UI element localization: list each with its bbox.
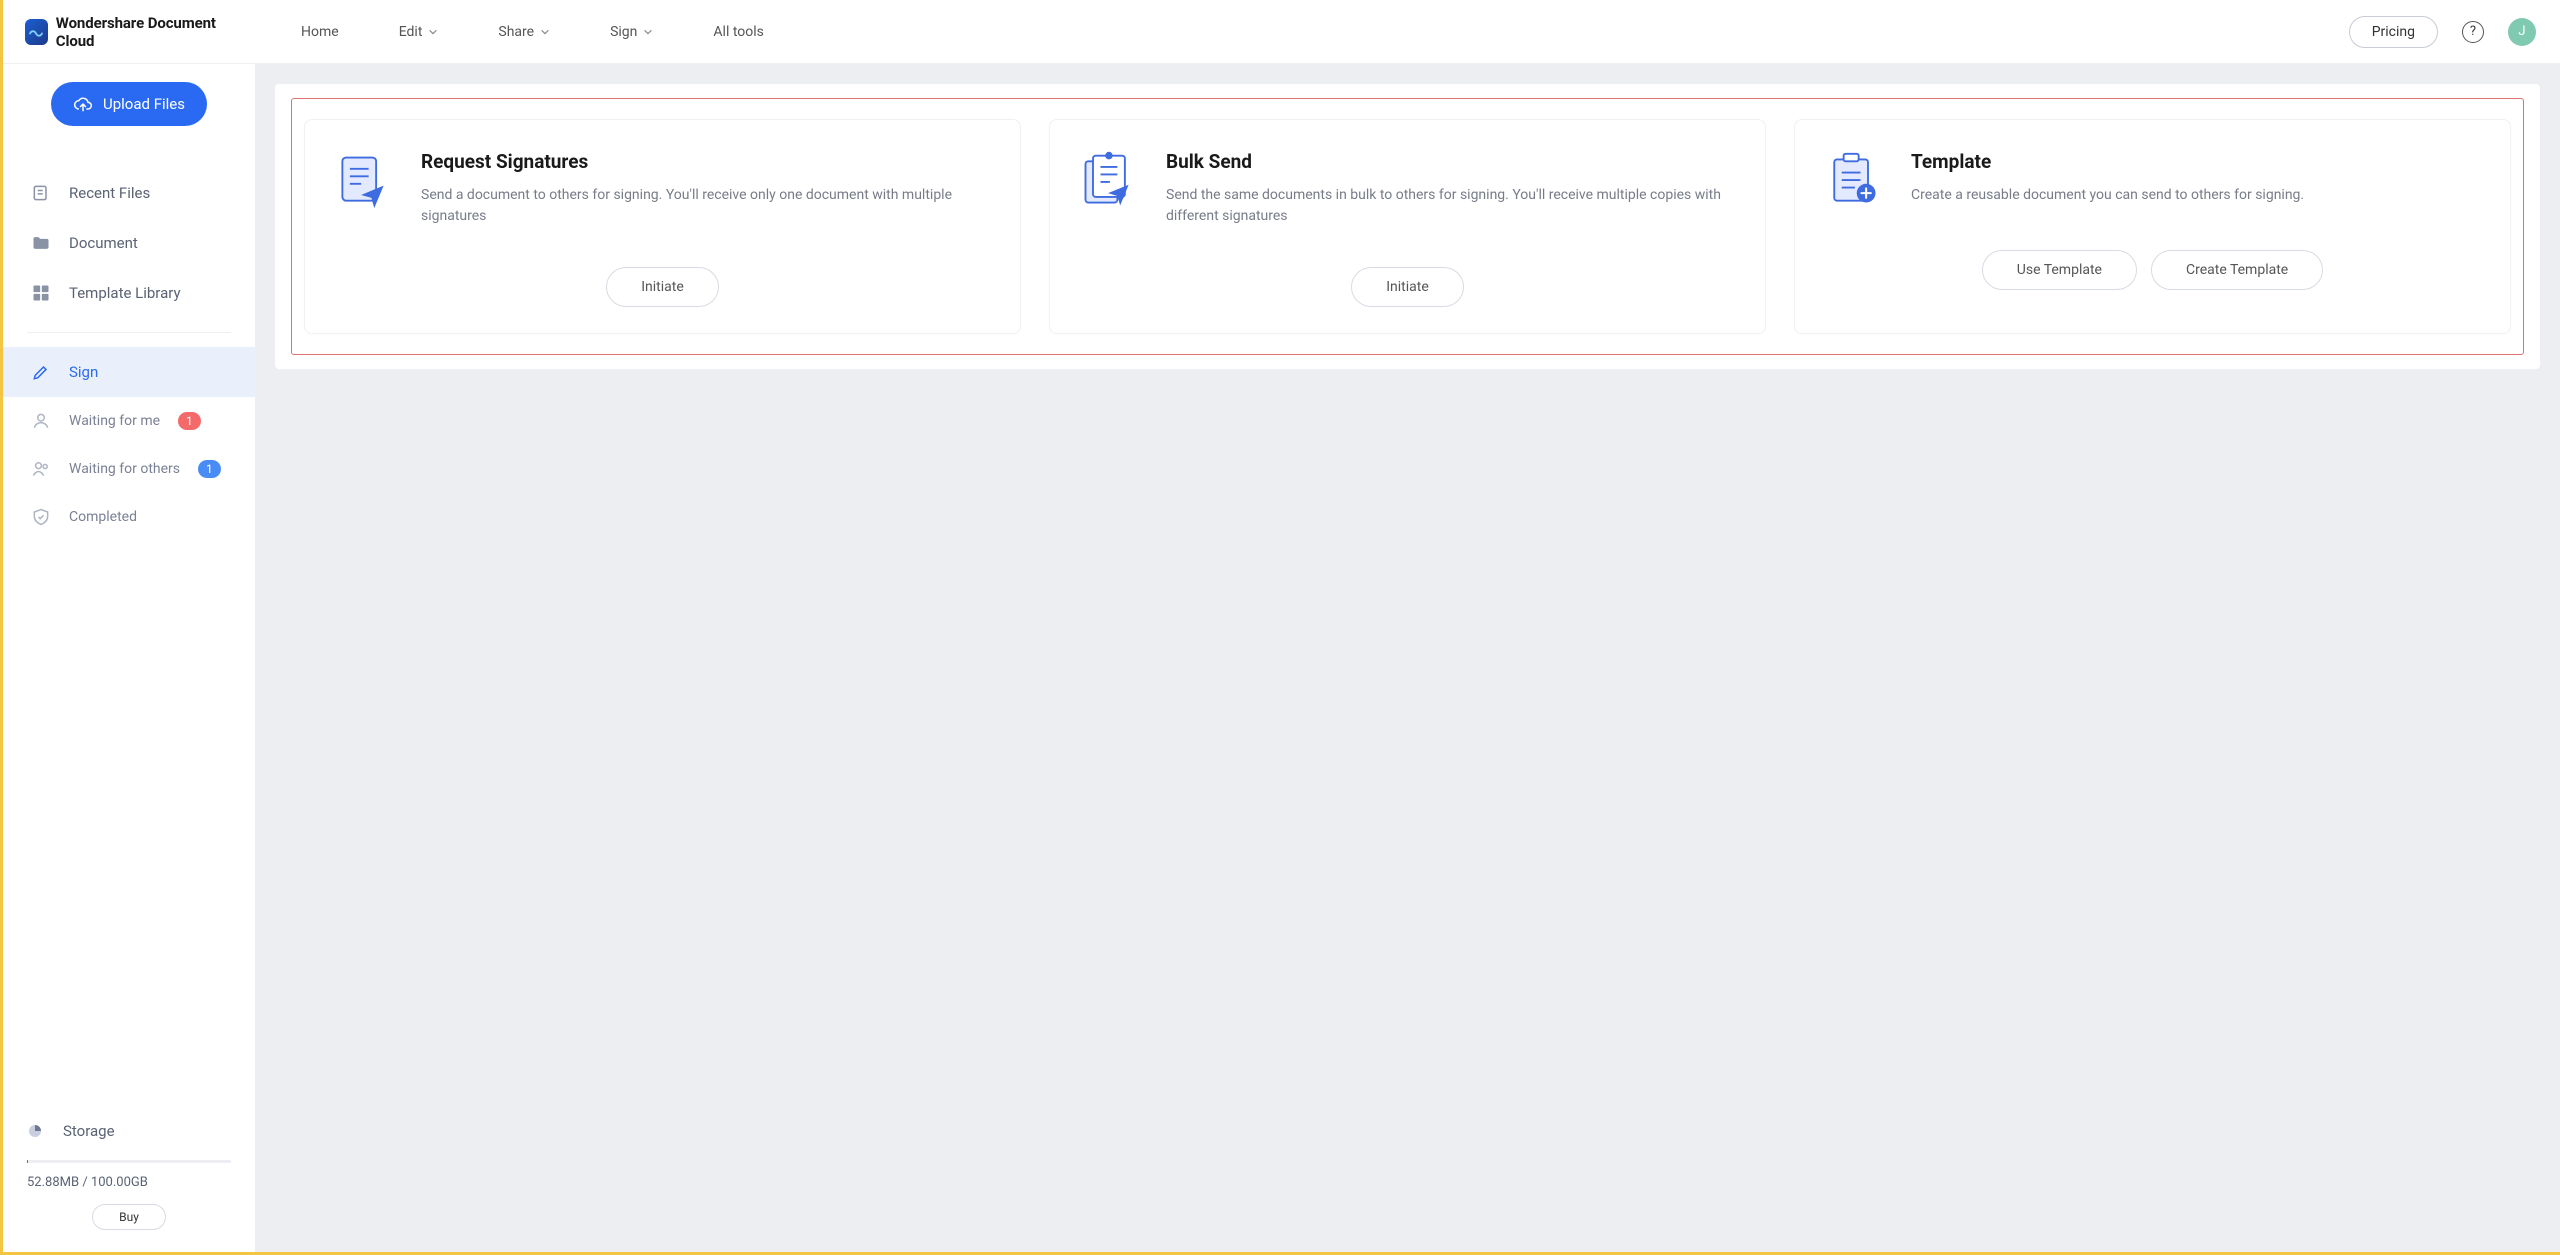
card-request-signatures: Request Signatures Send a document to ot… (304, 119, 1021, 334)
pricing-button[interactable]: Pricing (2349, 16, 2438, 48)
sidebar-item-waiting-for-me[interactable]: Waiting for me 1 (3, 397, 255, 445)
nav-edit[interactable]: Edit (399, 24, 439, 40)
chevron-down-icon (540, 27, 550, 37)
chevron-down-icon (643, 27, 653, 37)
sidebar-storage: Storage 52.88MB / 100.00GB Buy (3, 1122, 255, 1252)
nav-edit-label: Edit (399, 24, 423, 40)
top-bar: Wondershare Document Cloud Home Edit Sha… (3, 0, 2560, 64)
card-bulk-desc: Send the same documents in bulk to other… (1166, 185, 1737, 227)
pen-icon (31, 362, 51, 382)
top-nav: Home Edit Share Sign All tools (255, 24, 2349, 40)
nav-home-label: Home (301, 24, 339, 40)
nav-all-tools[interactable]: All tools (713, 24, 763, 40)
waiting-for-me-badge: 1 (178, 412, 201, 430)
sidebar-sign-label: Sign (69, 363, 98, 381)
pie-chart-icon (27, 1123, 43, 1139)
card-template: Template Create a reusable document you … (1794, 119, 2511, 334)
initiate-request-button[interactable]: Initiate (606, 267, 719, 307)
storage-usage-text: 52.88MB / 100.00GB (27, 1175, 231, 1190)
user-icon (31, 411, 51, 431)
nav-sign[interactable]: Sign (610, 24, 653, 40)
top-right: Pricing ? J (2349, 16, 2560, 48)
card-template-title: Template (1911, 150, 2304, 173)
cloud-upload-icon (73, 94, 93, 114)
sidebar-item-template-library[interactable]: Template Library (3, 268, 255, 318)
sidebar-divider (27, 332, 231, 333)
sidebar-item-waiting-for-others[interactable]: Waiting for others 1 (3, 445, 255, 493)
help-icon[interactable]: ? (2462, 21, 2484, 43)
waiting-for-others-badge: 1 (198, 460, 221, 478)
recent-files-icon (31, 183, 51, 203)
card-bulk-send: Bulk Send Send the same documents in bul… (1049, 119, 1766, 334)
sidebar-recent-label: Recent Files (69, 184, 150, 202)
nav-sign-label: Sign (610, 24, 637, 40)
buy-storage-button[interactable]: Buy (92, 1204, 166, 1230)
template-grid-icon (31, 283, 51, 303)
template-icon (1823, 150, 1883, 210)
storage-label: Storage (63, 1122, 115, 1140)
upload-files-label: Upload Files (103, 95, 185, 113)
create-template-button[interactable]: Create Template (2151, 250, 2323, 290)
users-icon (31, 459, 51, 479)
sidebar-document-label: Document (69, 234, 138, 252)
sidebar-item-document[interactable]: Document (3, 218, 255, 268)
storage-progress-bar (27, 1160, 231, 1163)
bulk-send-icon (1078, 150, 1138, 210)
folder-icon (31, 233, 51, 253)
sidebar: Upload Files Recent Files Document Templ… (3, 64, 255, 1252)
sidebar-waiting-me-label: Waiting for me (69, 413, 160, 429)
main-content: Request Signatures Send a document to ot… (255, 64, 2560, 1252)
brand-name: Wondershare Document Cloud (56, 14, 233, 50)
highlight-box: Request Signatures Send a document to ot… (291, 98, 2524, 355)
brand-logo[interactable]: Wondershare Document Cloud (3, 14, 255, 50)
nav-share[interactable]: Share (498, 24, 550, 40)
card-bulk-title: Bulk Send (1166, 150, 1737, 173)
sidebar-item-completed[interactable]: Completed (3, 493, 255, 541)
card-request-desc: Send a document to others for signing. Y… (421, 185, 992, 227)
document-send-icon (333, 150, 393, 210)
sidebar-template-library-label: Template Library (69, 284, 181, 302)
use-template-button[interactable]: Use Template (1982, 250, 2137, 290)
cards-panel: Request Signatures Send a document to ot… (275, 84, 2540, 369)
sidebar-item-recent-files[interactable]: Recent Files (3, 168, 255, 218)
card-request-title: Request Signatures (421, 150, 992, 173)
shield-check-icon (31, 507, 51, 527)
upload-files-button[interactable]: Upload Files (51, 82, 207, 126)
nav-home[interactable]: Home (301, 24, 339, 40)
sidebar-completed-label: Completed (69, 509, 137, 525)
brand-mark-icon (25, 19, 48, 45)
sidebar-item-sign[interactable]: Sign (3, 347, 255, 397)
nav-all-tools-label: All tools (713, 24, 763, 40)
nav-share-label: Share (498, 24, 534, 40)
card-template-desc: Create a reusable document you can send … (1911, 185, 2304, 206)
sidebar-waiting-others-label: Waiting for others (69, 461, 180, 477)
avatar[interactable]: J (2508, 18, 2536, 46)
initiate-bulk-button[interactable]: Initiate (1351, 267, 1464, 307)
chevron-down-icon (428, 27, 438, 37)
